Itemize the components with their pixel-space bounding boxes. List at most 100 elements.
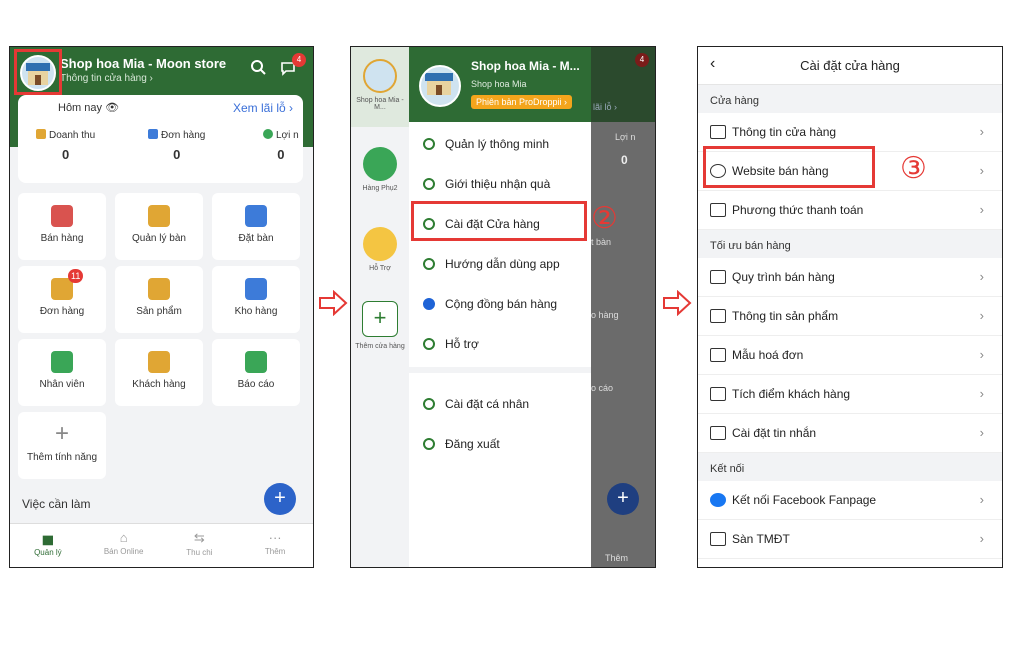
step-2-highlight bbox=[411, 201, 587, 241]
nav-manage[interactable]: ▅ Quản lý bbox=[10, 524, 86, 567]
menu-item-logout[interactable]: Đăng xuất bbox=[409, 424, 591, 464]
add-store-label: Thêm cửa hàng bbox=[355, 343, 405, 350]
settings-row[interactable]: Kết nối Facebook Fanpage › bbox=[698, 481, 1002, 520]
tile-table-book[interactable]: Đặt bàn bbox=[212, 193, 300, 260]
tile-sell[interactable]: Bán hàng bbox=[18, 193, 106, 260]
view-profit-loss-link[interactable]: Xem lãi lỗ › bbox=[233, 101, 293, 115]
section-header: Cửa hàng bbox=[698, 85, 1002, 113]
settings-title: Cài đặt cửa hàng bbox=[800, 58, 900, 73]
support-icon bbox=[423, 338, 435, 350]
chevron-right-icon: › bbox=[979, 492, 984, 507]
orders-icon bbox=[148, 129, 158, 139]
chevron-right-icon: › bbox=[979, 202, 984, 217]
shop-info-link[interactable]: Thông tin cửa hàng › bbox=[60, 73, 153, 84]
tile-orders[interactable]: Đơn hàng bbox=[18, 266, 106, 333]
menu-item-personal-settings[interactable]: Cài đặt cá nhân bbox=[409, 384, 591, 424]
warehouse-icon bbox=[245, 278, 267, 300]
nav-cashbook[interactable]: ⇆ Thu chi bbox=[162, 524, 238, 567]
settings-icon bbox=[710, 125, 726, 139]
pro-version-button[interactable]: Phiên bản ProDroppii › bbox=[471, 95, 573, 109]
profit-icon bbox=[263, 129, 273, 139]
add-store-button[interactable]: + bbox=[362, 301, 398, 337]
settings-row[interactable]: Cài đặt tin nhắn › bbox=[698, 414, 1002, 453]
search-icon[interactable] bbox=[250, 59, 266, 79]
settings-icon bbox=[710, 348, 726, 362]
tile-add-feature[interactable]: + Thêm tính năng bbox=[18, 412, 106, 479]
tile-label: Quản lý bàn bbox=[132, 233, 186, 244]
nav-online-sales[interactable]: ⌂ Bán Online bbox=[86, 524, 162, 567]
settings-row[interactable]: Mẫu hoá đơn › bbox=[698, 336, 1002, 375]
menu-item-community[interactable]: Cộng đồng bán hàng bbox=[409, 284, 591, 324]
referral-icon bbox=[423, 178, 435, 190]
chevron-right-icon: › bbox=[979, 347, 984, 362]
tile-reports[interactable]: Báo cáo bbox=[212, 339, 300, 406]
add-feature-icon: + bbox=[51, 422, 73, 446]
settings-row[interactable]: Thông tin sản phẩm › bbox=[698, 297, 1002, 336]
todo-heading: Việc cần làm bbox=[22, 497, 91, 511]
tile-staff[interactable]: Nhân viên bbox=[18, 339, 106, 406]
step-1-highlight bbox=[14, 49, 62, 95]
step-3-highlight bbox=[703, 146, 875, 188]
tile-products[interactable]: Sản phẩm bbox=[115, 266, 203, 333]
settings-row[interactable]: Tích điểm khách hàng › bbox=[698, 375, 1002, 414]
settings-icon bbox=[710, 309, 726, 323]
tile-label: Nhân viên bbox=[39, 379, 85, 390]
store-avatar bbox=[363, 59, 397, 93]
tile-table-manage[interactable]: Quản lý bàn bbox=[115, 193, 203, 260]
store-rail: Shop hoa Mia - M... Hàng Phụ2 Hỗ Trợ + T… bbox=[351, 47, 409, 567]
drawer-shop-name: Shop hoa Mia - M... bbox=[471, 59, 580, 73]
tile-label: Đơn hàng bbox=[39, 306, 85, 317]
shop-name[interactable]: Shop hoa Mia - Moon store bbox=[60, 56, 226, 71]
stat-revenue: Doanh thu 0 bbox=[36, 129, 95, 162]
store-settings-screen: ‹ Cài đặt cửa hàng Cửa hàng Thông tin cửa… bbox=[697, 46, 1003, 568]
community-icon bbox=[423, 298, 435, 310]
today-label[interactable]: Hôm nay 👁 bbox=[58, 101, 119, 114]
drawer-shop-sub: Shop hoa Mia bbox=[471, 79, 527, 89]
settings-header: ‹ Cài đặt cửa hàng bbox=[698, 47, 1002, 85]
step-2-number: ② bbox=[591, 201, 618, 236]
sell-icon bbox=[51, 205, 73, 227]
settings-row[interactable]: Quy trình bán hàng › bbox=[698, 258, 1002, 297]
tile-label: Thêm tính năng bbox=[26, 452, 98, 463]
rail-store-current[interactable]: Shop hoa Mia - M... bbox=[351, 47, 409, 127]
support-mascot-icon bbox=[363, 227, 397, 261]
rail-support[interactable]: Hỗ Trợ bbox=[351, 227, 409, 272]
store-avatar bbox=[363, 147, 397, 181]
settings-icon bbox=[710, 270, 726, 284]
smart-manage-icon bbox=[423, 138, 435, 150]
chevron-right-icon: › bbox=[979, 531, 984, 546]
rail-store-hangphu2[interactable]: Hàng Phụ2 bbox=[351, 147, 409, 192]
tile-label: Đặt bàn bbox=[238, 233, 274, 244]
notification-badge: 4 bbox=[292, 53, 306, 67]
staff-icon bbox=[51, 351, 73, 373]
tile-label: Báo cáo bbox=[237, 379, 275, 390]
stat-orders: Đơn hàng 0 bbox=[148, 129, 205, 162]
home-screen: Shop hoa Mia - Moon store Thông tin cửa … bbox=[9, 46, 314, 568]
dimmed-backdrop[interactable]: 4 lãi lỗ › Lợi n 0 t bàn o hàng o cáo + … bbox=[591, 47, 655, 567]
side-drawer: Shop hoa Mia - M... Shop hoa Mia Phiên b… bbox=[409, 47, 591, 567]
menu-item-guide[interactable]: Hướng dẫn dùng app bbox=[409, 244, 591, 284]
menu-item-referral[interactable]: Giới thiệu nhận quà bbox=[409, 164, 591, 204]
nav-more[interactable]: ··· Thêm bbox=[237, 524, 313, 567]
tile-customers[interactable]: Khách hàng bbox=[115, 339, 203, 406]
menu-item-smart-manage[interactable]: Quản lý thông minh bbox=[409, 124, 591, 164]
menu-item-support[interactable]: Hỗ trợ bbox=[409, 324, 591, 364]
chevron-right-icon: › bbox=[979, 308, 984, 323]
settings-row[interactable]: Phương thức thanh toán › bbox=[698, 191, 1002, 230]
section-header: Kết nối bbox=[698, 453, 1002, 481]
table-manage-icon bbox=[148, 205, 170, 227]
add-fab[interactable]: + bbox=[264, 483, 296, 515]
chevron-right-icon: › bbox=[979, 124, 984, 139]
settings-icon bbox=[710, 203, 726, 217]
revenue-icon bbox=[36, 129, 46, 139]
chevron-right-icon: › bbox=[979, 269, 984, 284]
personal-settings-icon bbox=[423, 398, 435, 410]
settings-icon bbox=[710, 493, 726, 507]
guide-icon bbox=[423, 258, 435, 270]
step-3-number: ③ bbox=[900, 151, 927, 186]
settings-row[interactable]: Sàn TMĐT › bbox=[698, 520, 1002, 559]
arrow-right-icon bbox=[663, 290, 692, 316]
tile-warehouse[interactable]: Kho hàng bbox=[212, 266, 300, 333]
settings-icon bbox=[710, 387, 726, 401]
logout-icon bbox=[423, 438, 435, 450]
